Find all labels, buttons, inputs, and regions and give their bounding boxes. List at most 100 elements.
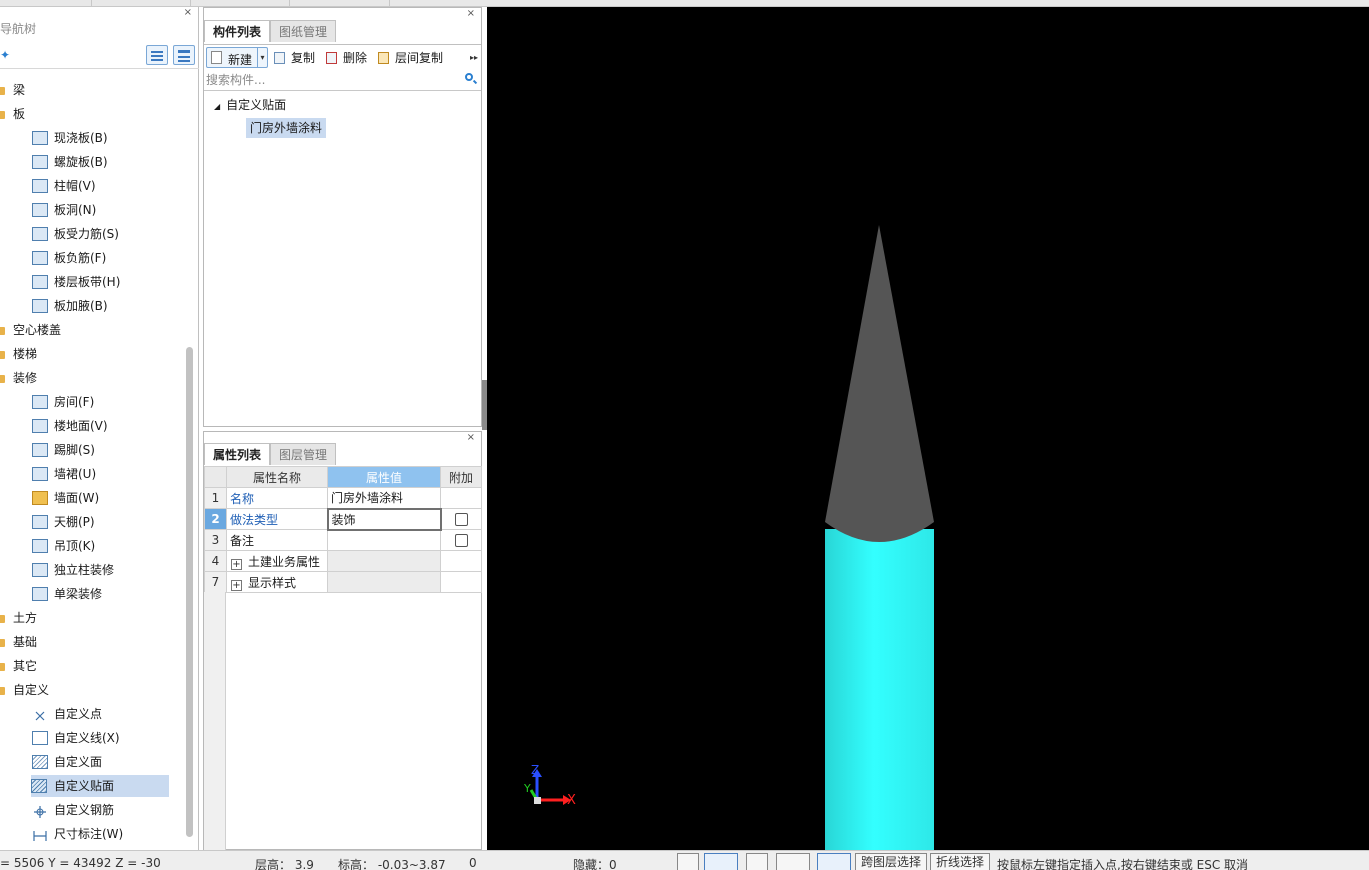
copy-button[interactable]: 复制: [274, 50, 315, 66]
tree-category-foundation[interactable]: 基础: [0, 631, 37, 653]
property-name: 备注: [226, 529, 328, 551]
tab-drawing-manager[interactable]: 图纸管理: [270, 20, 337, 42]
tree-item[interactable]: 自定义线(X): [32, 727, 120, 749]
tree-item[interactable]: 板负筋(F): [32, 247, 106, 269]
nav-scrollbar[interactable]: [186, 347, 193, 837]
tree-item[interactable]: 自定义点: [32, 703, 102, 725]
tree-category-stairs[interactable]: 楼梯: [0, 343, 37, 365]
search-icon[interactable]: [465, 73, 473, 81]
tree-item[interactable]: 天棚(P): [32, 511, 95, 533]
tree-category-earthwork[interactable]: 土方: [0, 607, 37, 629]
new-button[interactable]: 新建 ▾: [206, 47, 268, 68]
property-value[interactable]: [327, 529, 441, 551]
expand-icon[interactable]: +: [231, 579, 242, 591]
cylinder-body[interactable]: [825, 529, 934, 850]
chevron-down-icon[interactable]: ▾: [257, 48, 267, 67]
property-row[interactable]: 3 备注: [204, 529, 482, 551]
snap-mode-icon[interactable]: [704, 853, 738, 870]
tree-item[interactable]: 楼层板带(H): [32, 271, 120, 293]
tab-component-list[interactable]: 构件列表: [204, 20, 271, 42]
axis-y-label: Y: [523, 782, 531, 795]
tree-item[interactable]: 房间(F): [32, 391, 94, 413]
search-input[interactable]: [206, 71, 461, 89]
tree-item[interactable]: 自定义钢筋: [32, 799, 114, 821]
top-tab[interactable]: [191, 0, 290, 6]
tree-category-decoration[interactable]: 装修: [0, 367, 37, 389]
component-tree-group[interactable]: ◢ 自定义贴面: [214, 96, 286, 114]
column-header-extra[interactable]: 附加: [440, 466, 482, 488]
top-tab[interactable]: [92, 0, 191, 6]
more-icon[interactable]: ▸▸: [470, 53, 478, 62]
tree-category-beam[interactable]: 梁: [0, 79, 25, 101]
tree-category-other[interactable]: 其它: [0, 655, 37, 677]
3d-viewport[interactable]: X Z Y: [487, 7, 1369, 850]
top-tab[interactable]: [290, 0, 390, 6]
tree-item[interactable]: 板受力筋(S): [32, 223, 119, 245]
detail-view-icon[interactable]: [173, 45, 195, 65]
tree-item[interactable]: 尺寸标注(W): [32, 823, 123, 845]
beam-decor-icon: [32, 587, 48, 601]
viewport-canvas[interactable]: X Z Y: [487, 7, 1369, 850]
column-header-value[interactable]: 属性值: [327, 466, 441, 488]
cone-top[interactable]: [825, 225, 934, 542]
close-icon[interactable]: ×: [467, 433, 475, 443]
tab-layer-manager[interactable]: 图层管理: [270, 443, 337, 465]
property-group-row[interactable]: 4 + 土建业务属性: [204, 550, 482, 572]
attach-checkbox[interactable]: [454, 534, 468, 547]
top-tab[interactable]: [0, 0, 92, 6]
column-header-name[interactable]: 属性名称: [226, 466, 328, 488]
floor-height: 层高： 3.9: [255, 858, 314, 870]
tab-property-list[interactable]: 属性列表: [204, 443, 271, 465]
tree-item-selected[interactable]: 自定义贴面: [31, 775, 169, 797]
spiral-slab-icon: [32, 155, 48, 169]
tree-item[interactable]: 墙裙(U): [32, 463, 96, 485]
floor-copy-button[interactable]: 层间复制: [378, 50, 443, 66]
tree-item[interactable]: 吊顶(K): [32, 535, 95, 557]
delete-button[interactable]: 删除: [326, 50, 367, 66]
tree-item[interactable]: 螺旋板(B): [32, 151, 108, 173]
tree-item[interactable]: 自定义面: [32, 751, 102, 773]
tree-item[interactable]: 楼地面(V): [32, 415, 108, 437]
tree-category-custom[interactable]: 自定义: [0, 679, 49, 701]
dynamic-input-icon[interactable]: [817, 853, 851, 870]
cross-layer-select-button[interactable]: 跨图层选择: [855, 853, 928, 870]
collapse-icon[interactable]: ◢: [214, 98, 220, 116]
list-view-icon[interactable]: [146, 45, 168, 65]
property-row[interactable]: 1 名称 门房外墙涂料: [204, 487, 482, 509]
close-icon[interactable]: ×: [467, 9, 475, 19]
angle-snap-icon[interactable]: [776, 853, 810, 870]
hidden-count: 隐藏：0: [573, 858, 617, 870]
floor-icon: [32, 419, 48, 433]
property-extra: [440, 571, 482, 593]
tree-category-hollow-floor[interactable]: 空心楼盖: [0, 319, 61, 341]
search-bar: [204, 69, 481, 91]
tree-item[interactable]: 墙面(W): [32, 487, 99, 509]
tree-category-slab[interactable]: 板: [0, 103, 25, 125]
component-tree-item-selected[interactable]: 门房外墙涂料: [246, 118, 327, 138]
property-name: 名称: [226, 487, 328, 509]
axis-z-label: Z: [531, 763, 539, 777]
tree-item[interactable]: 单梁装修: [32, 583, 102, 605]
custom-rebar-icon: [32, 803, 48, 818]
nav-title: 导航树: [0, 22, 37, 36]
add-icon[interactable]: ✦: [0, 48, 10, 62]
property-value[interactable]: 门房外墙涂料: [327, 487, 441, 509]
close-icon[interactable]: ×: [184, 8, 192, 18]
tree-item[interactable]: 独立柱装修: [32, 559, 114, 581]
status-zero: 0: [469, 856, 477, 870]
slab-hole-icon: [32, 203, 48, 217]
wall-surface-icon: [32, 491, 48, 505]
tree-item[interactable]: 踢脚(S): [32, 439, 95, 461]
ortho-toggle-icon[interactable]: [677, 853, 699, 870]
tree-item[interactable]: 现浇板(B): [32, 127, 108, 149]
property-row[interactable]: 2 做法类型 装饰: [204, 507, 482, 531]
tree-item[interactable]: 柱帽(V): [32, 175, 96, 197]
tree-item[interactable]: 板洞(N): [32, 199, 96, 221]
property-group-row[interactable]: 7 + 显示样式: [204, 571, 482, 593]
expand-icon[interactable]: +: [231, 558, 242, 570]
polyline-select-button[interactable]: 折线选择: [930, 853, 991, 870]
attach-checkbox[interactable]: [454, 513, 468, 526]
cross-select-icon[interactable]: [746, 853, 768, 870]
tree-item[interactable]: 板加腋(B): [32, 295, 108, 317]
property-value-editing[interactable]: 装饰: [326, 507, 442, 531]
